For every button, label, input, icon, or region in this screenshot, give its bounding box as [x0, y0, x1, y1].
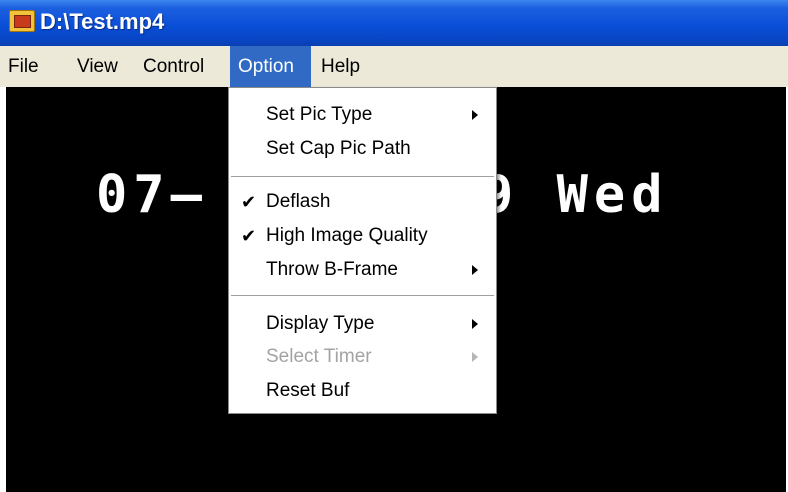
menu-separator — [231, 295, 494, 296]
media-player-icon — [9, 10, 35, 32]
osd-date-text: 07— — [96, 165, 208, 225]
menu-option[interactable]: Option — [230, 46, 311, 87]
menu-item-display-type[interactable]: Display Type — [229, 307, 496, 341]
menu-item-label: Set Cap Pic Path — [266, 138, 411, 159]
menu-item-set-pic-type[interactable]: Set Pic Type — [229, 98, 496, 132]
checkmark-icon: ✔ — [241, 192, 257, 212]
title-bar: D:\Test.mp4 — [0, 0, 788, 46]
menu-item-label: Set Pic Type — [266, 104, 373, 125]
submenu-arrow-icon — [472, 319, 478, 329]
submenu-arrow-icon — [472, 265, 478, 275]
checkmark-icon: ✔ — [241, 226, 257, 246]
menu-help[interactable]: Help — [315, 46, 366, 87]
window-title: D:\Test.mp4 — [40, 9, 165, 34]
menu-bar: File View Control Option Help — [0, 46, 788, 87]
menu-item-select-timer: Select Timer — [229, 340, 496, 374]
menu-item-label: High Image Quality — [266, 225, 428, 246]
submenu-arrow-icon — [472, 110, 478, 120]
option-dropdown-menu: Set Pic Type Set Cap Pic Path ✔ Deflash … — [228, 87, 497, 414]
menu-item-deflash[interactable]: ✔ Deflash — [229, 185, 496, 219]
menu-separator — [231, 176, 494, 177]
menu-item-label: Deflash — [266, 191, 331, 212]
menu-view[interactable]: View — [71, 46, 124, 87]
osd-day-text: 9 Wed — [482, 165, 669, 225]
menu-item-high-image-quality[interactable]: ✔ High Image Quality — [229, 219, 496, 253]
submenu-arrow-icon — [472, 352, 478, 362]
menu-file[interactable]: File — [2, 46, 45, 87]
menu-item-label: Display Type — [266, 313, 375, 334]
menu-item-label: Reset Buf — [266, 380, 350, 401]
menu-item-label: Throw B-Frame — [266, 259, 398, 280]
menu-item-set-cap-pic-path[interactable]: Set Cap Pic Path — [229, 132, 496, 166]
menu-item-reset-buf[interactable]: Reset Buf — [229, 374, 496, 408]
menu-item-label: Select Timer — [266, 346, 372, 367]
menu-item-throw-b-frame[interactable]: Throw B-Frame — [229, 253, 496, 287]
menu-control[interactable]: Control — [137, 46, 210, 87]
